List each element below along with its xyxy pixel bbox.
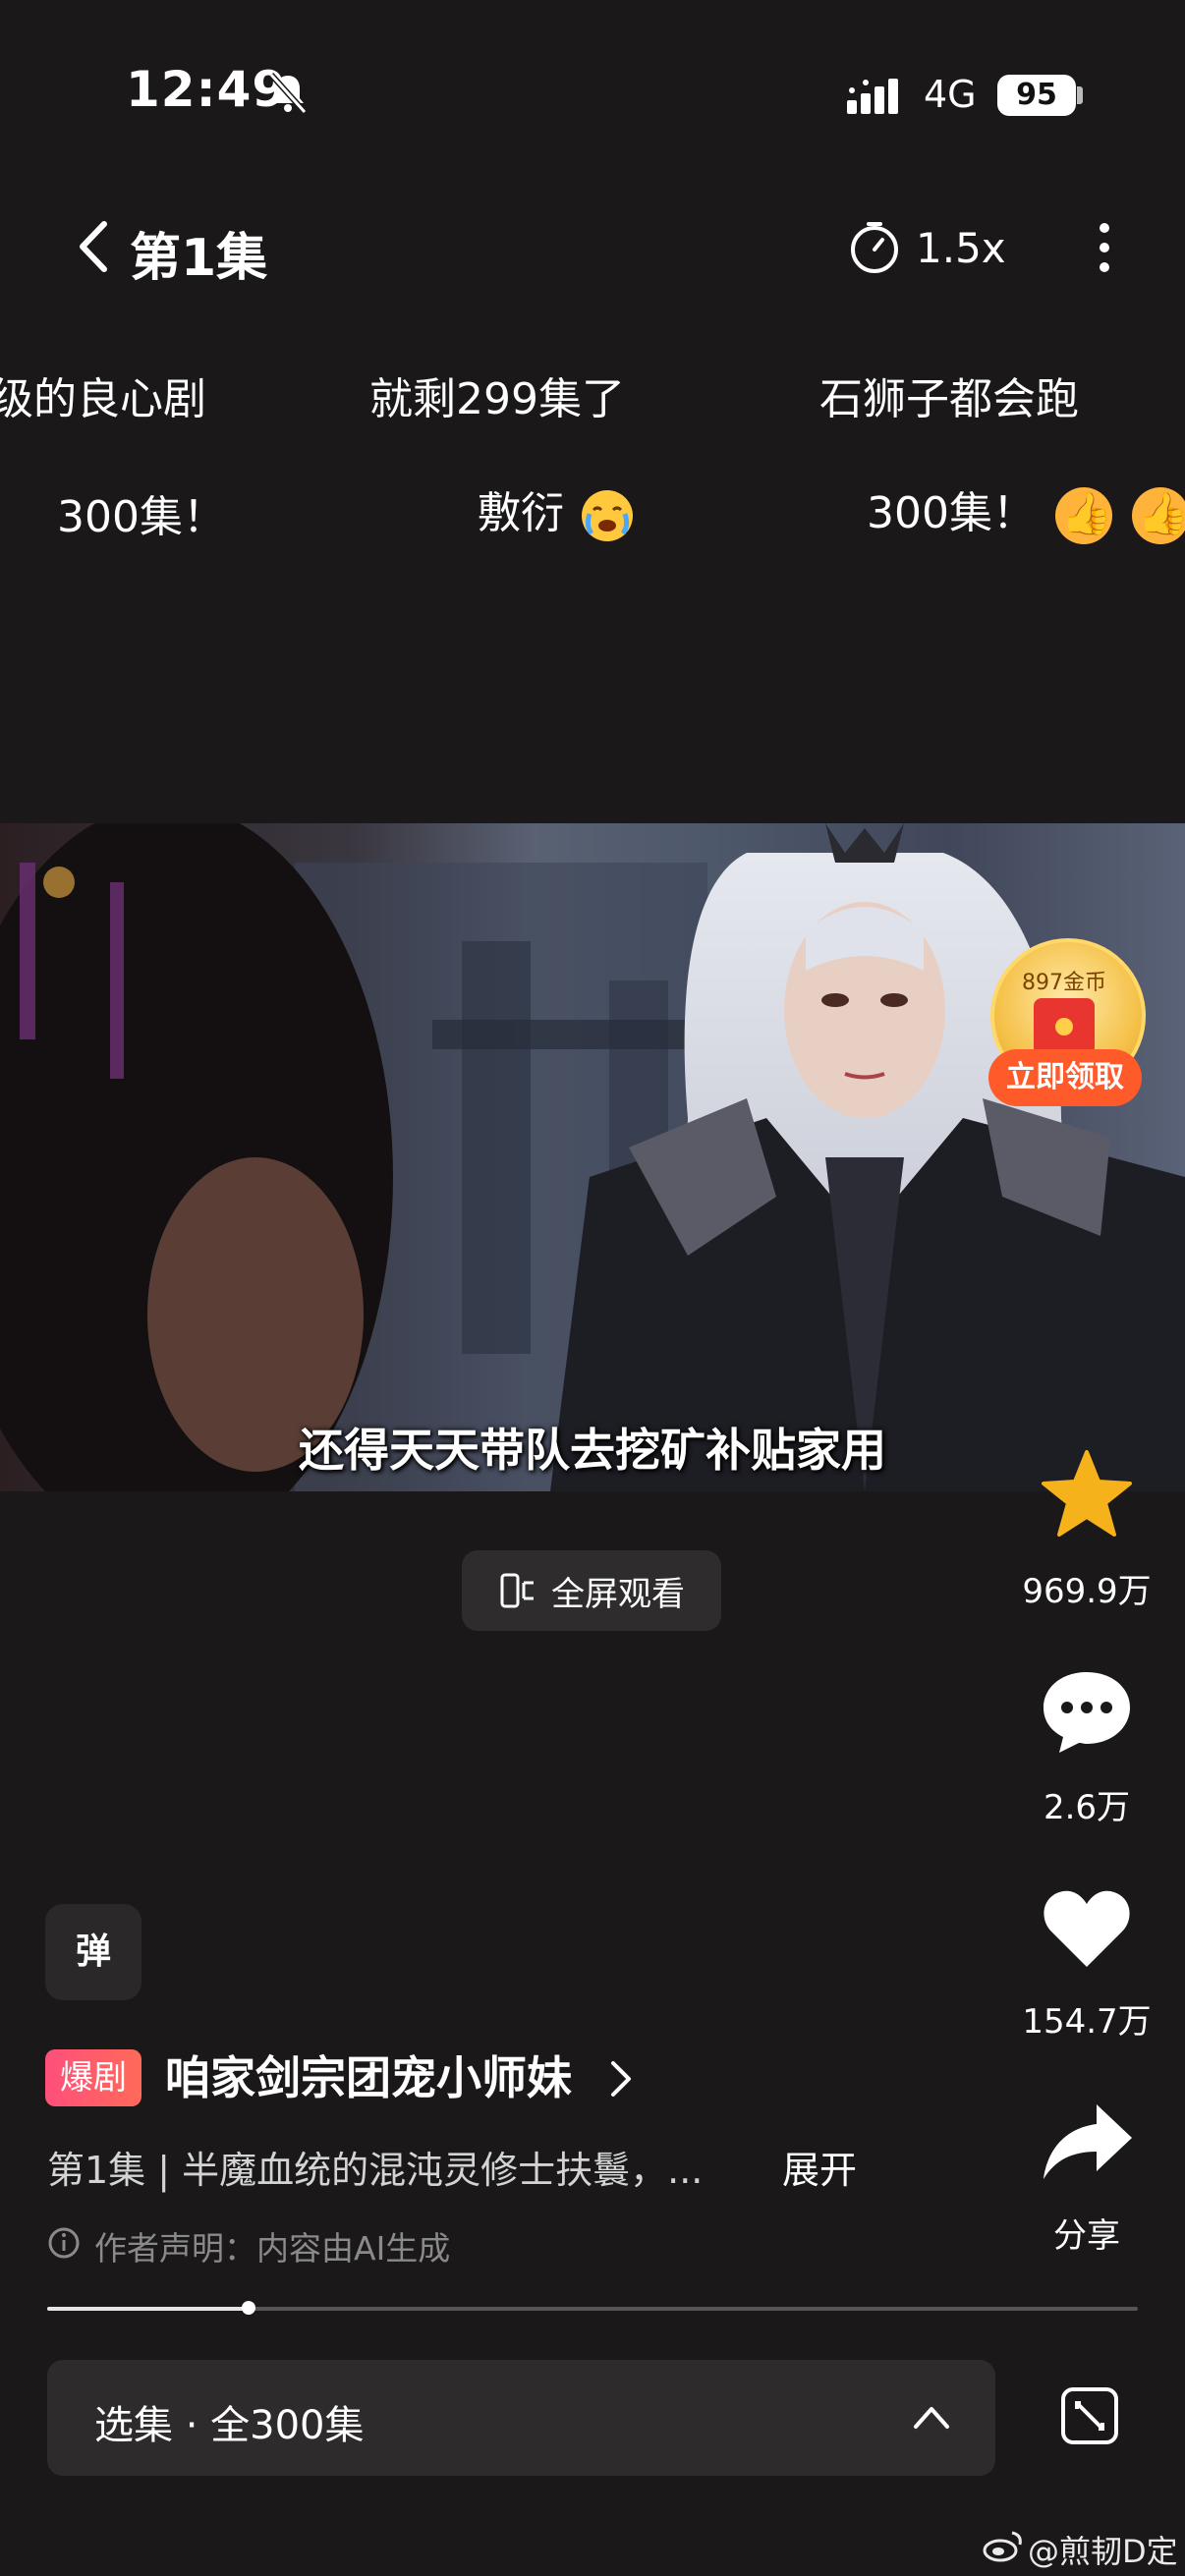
status-time: 12:49 [126,61,288,118]
chevron-up-icon[interactable] [910,2397,953,2436]
expand-button[interactable]: 展开 [782,2140,857,2194]
speed-timer-icon[interactable] [847,220,902,275]
battery-tip [1077,86,1083,104]
danmaku-text: 300集！ [867,488,1036,538]
fullscreen-label: 全屏观看 [551,1574,685,1614]
drama-title[interactable]: 咱家剑宗团宠小师妹 [165,2049,572,2106]
comment-count: 2.6万 [1043,1788,1131,1827]
fullscreen-button[interactable]: 全屏观看 [462,1550,721,1631]
info-icon [48,2227,80,2259]
danmaku-item: 就剩299集了 [369,374,625,424]
danmaku-toggle-button[interactable]: 弹 [45,1904,141,2000]
danmaku-item: 300集！ [57,492,226,542]
bell-muted-icon [268,72,308,115]
drama-badge: 爆剧 [45,2049,141,2106]
page-title: 第1集 [130,229,268,288]
speed-button[interactable]: 1.5x [916,224,1006,272]
danmaku-text: 敷衍 [478,488,564,538]
danmaku-item: 敷衍 [478,477,637,545]
share-label[interactable]: 分享 [1013,2209,1160,2257]
favorite-count: 969.9万 [1022,1572,1152,1611]
video-player[interactable] [0,823,1185,1491]
danmaku-item: 石狮子都会跑 [819,374,1079,424]
thumbs-up-icon [1054,487,1112,544]
crying-emoji-icon [582,490,633,541]
back-icon[interactable] [75,218,114,275]
more-options-icon[interactable] [1089,218,1120,277]
episode-selector-label: 选集 · 全300集 [94,2403,365,2448]
network-label: 4G [924,73,977,116]
coin-amount: 897金币 [1022,971,1106,995]
like-heart-icon[interactable] [1040,1884,1134,1971]
progress-knob[interactable] [242,2301,256,2315]
danmaku-item: 300集！ [867,477,1185,544]
progress-fill [47,2307,250,2311]
video-frame [0,823,1185,1491]
video-subtitle: 还得天天带队去挖矿补贴家用 [299,1424,886,1477]
fullscreen-icon [500,1573,534,1608]
comment-icon[interactable] [1040,1666,1134,1757]
battery-indicator: 95 [997,75,1076,116]
share-icon[interactable] [1040,2100,1134,2185]
thumbs-up-icon [1131,487,1185,544]
chevron-right-icon[interactable] [605,2059,635,2099]
claim-reward-button[interactable]: 立即领取 [988,1049,1142,1106]
picture-in-picture-icon[interactable] [1059,2385,1120,2446]
favorite-star-icon[interactable] [1040,1446,1134,1540]
ai-notice: 作者声明：内容由AI生成 [94,2229,451,2268]
like-count: 154.7万 [1022,2002,1152,2042]
watermark: @煎韧D定 [1028,2533,1178,2570]
drama-description: 第1集 | 半魔血统的混沌灵修士扶鬟，... [47,2149,704,2192]
signal-icon [847,79,898,114]
red-packet-icon [1034,998,1095,1055]
danmaku-item: 级的良心剧 [0,374,206,424]
weibo-logo-icon [983,2531,1022,2562]
